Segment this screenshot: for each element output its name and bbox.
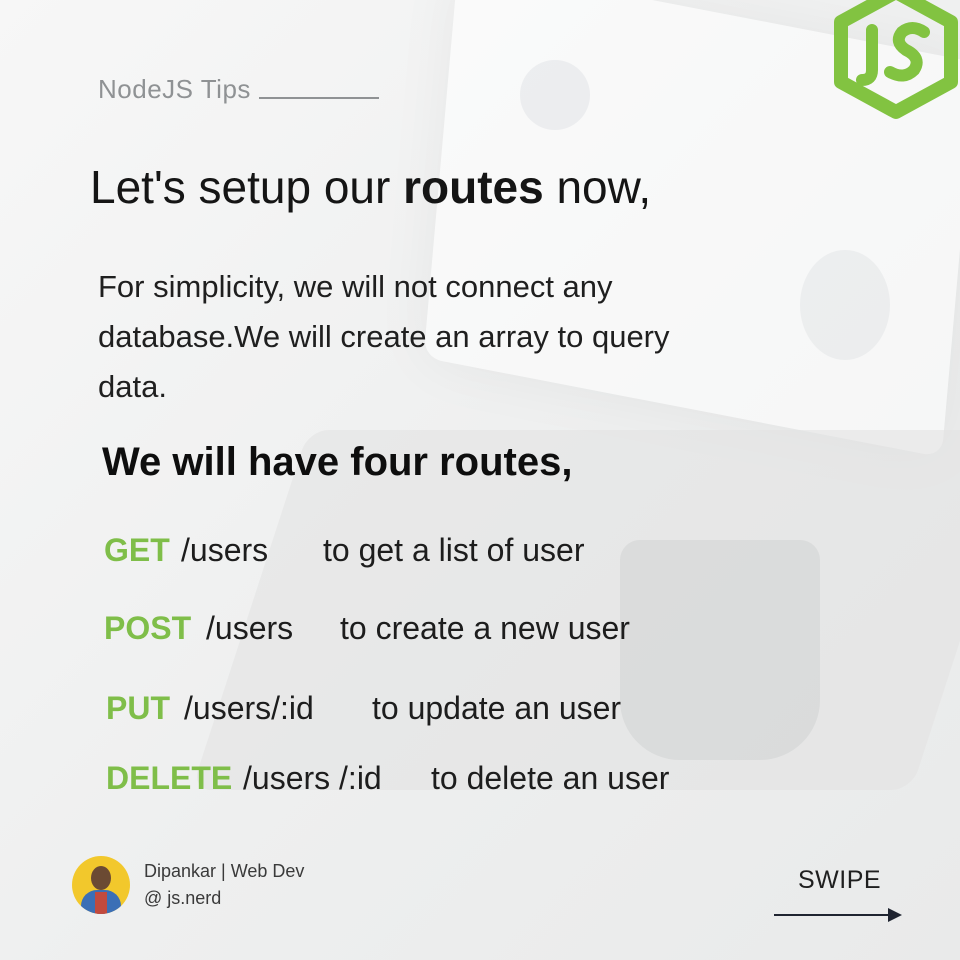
headline-bold: routes — [403, 161, 544, 213]
kicker-label: NodeJS Tips — [98, 74, 251, 104]
kicker-underline — [258, 97, 379, 99]
swipe-button[interactable]: SWIPE — [774, 866, 904, 922]
background-blob — [520, 60, 590, 130]
route-path: /users — [181, 532, 269, 568]
route-path: /users/:id — [184, 690, 314, 726]
route-description: to create a new user — [340, 610, 630, 646]
author-name: Dipankar | Web Dev — [144, 861, 305, 881]
route-put: PUT/users/:id to update an user — [106, 690, 621, 727]
background-mug-shape — [620, 540, 820, 760]
intro-paragraph: For simplicity, we will not connect any … — [98, 269, 670, 404]
author-avatar-icon — [72, 856, 130, 914]
route-delete: DELETE/users /:id to delete an user — [106, 760, 669, 797]
route-method: PUT — [106, 690, 170, 726]
kicker: NodeJS Tips — [98, 74, 379, 105]
route-get: GET/users to get a list of user — [104, 532, 584, 569]
background-blob — [800, 250, 890, 360]
route-path: /users /:id — [243, 760, 382, 796]
swipe-label: SWIPE — [798, 866, 882, 894]
author-handle: @ js.nerd — [144, 888, 222, 908]
headline-post: now, — [543, 161, 652, 213]
route-description: to delete an user — [431, 760, 670, 796]
route-post: POST/users to create a new user — [104, 610, 630, 647]
tip-card: NodeJS Tips Let's setup our routes now, … — [0, 0, 960, 960]
author-badge[interactable]: Dipankar | Web Dev @ js.nerd — [72, 856, 304, 914]
js-hexagon-logo-icon — [834, 0, 958, 119]
headline-pre: Let's setup our — [90, 161, 404, 213]
route-description: to get a list of user — [323, 532, 585, 568]
arrow-right-icon — [774, 908, 902, 922]
route-method: GET — [104, 532, 170, 568]
route-description: to update an user — [372, 690, 622, 726]
headline: Let's setup our routes now, — [90, 160, 651, 214]
subheading: We will have four routes, — [102, 440, 573, 484]
route-path: /users — [206, 610, 294, 646]
route-method: POST — [104, 610, 192, 646]
route-method: DELETE — [106, 760, 233, 796]
